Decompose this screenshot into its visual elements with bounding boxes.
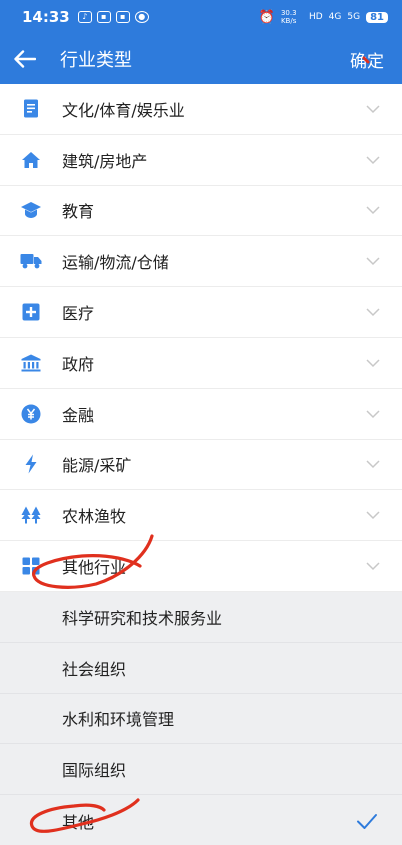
status-time: 14:33 [22,8,70,26]
chevron-down-icon [366,410,380,418]
industry-label: 建筑/房地产 [62,151,148,171]
back-button[interactable] [12,46,38,72]
battery-icon: 81 [366,11,388,23]
sub-category-label: 其他 [62,812,95,832]
industry-label: 能源/采矿 [62,456,132,476]
industry-item[interactable]: 教育 [0,185,402,237]
chevron-down-icon [366,156,380,164]
notification-icons: ♪ ▪ ▪ ● [77,11,149,23]
app-notification-icon: ▪ [96,11,111,23]
chevron-down-icon [366,511,380,520]
industry-item[interactable]: 政府 [0,337,402,389]
chevron-down-icon [366,105,380,113]
system-icons: ⏰ 30.3 KB/s HD 4G 5G 81 [259,9,388,25]
industry-item[interactable]: 医疗 [0,287,402,338]
sub-category-item-selected[interactable]: 其他 [0,795,402,845]
status-bar: 14:33 ♪ ▪ ▪ ● ⏰ 30.3 KB/s HD 4G 5G 81 [0,0,402,34]
sub-category-item[interactable]: 社会组织 [0,643,402,694]
industry-label: 金融 [62,405,95,425]
house-icon [20,149,42,171]
industry-item[interactable]: 建筑/房地产 [0,134,402,186]
sub-category-item[interactable]: 科学研究和技术服务业 [0,592,402,643]
signal-5g-icon: 5G [347,12,361,22]
industry-label: 农林渔牧 [62,507,127,527]
chevron-down-icon [366,206,380,215]
industry-label: 医疗 [62,304,95,324]
industry-label: 教育 [62,202,95,222]
signal-4g-icon: 4G [328,12,342,22]
sub-category-label: 科学研究和技术服务业 [62,608,223,628]
sub-category-item[interactable]: 水利和环境管理 [0,694,402,745]
sub-category-item[interactable]: 国际组织 [0,744,402,796]
document-icon [20,98,42,120]
chevron-down-icon [366,308,380,317]
sub-category-label: 社会组织 [62,659,127,679]
app-bar: 行业类型 确定 [0,34,402,84]
net-speed: 30.3 KB/s [280,9,297,25]
medical-cross-icon [20,301,42,323]
industry-label: 文化/体育/娱乐业 [62,100,185,120]
chevron-down-icon [366,562,380,571]
industry-item[interactable]: 能源/采矿 [0,439,402,491]
chevron-down-icon [366,460,380,469]
government-building-icon [20,352,42,374]
trees-icon [20,504,42,526]
industry-item[interactable]: 运输/物流/仓储 [0,236,402,288]
arrow-left-icon [14,50,36,68]
alarm-icon: ⏰ [258,9,275,25]
sub-category-label: 水利和环境管理 [62,710,175,730]
lightning-icon [20,453,42,475]
sub-category-label: 国际组织 [62,761,127,781]
industry-label: 其他行业 [62,558,127,578]
chevron-down-icon [366,257,380,266]
checkmark-icon [357,813,377,829]
graduation-cap-icon [20,199,42,221]
page-title: 行业类型 [60,50,132,71]
app-notification-icon-2: ▪ [115,11,130,23]
tiktok-icon: ♪ [77,11,92,23]
confirm-button[interactable]: 确定 [350,47,384,72]
chevron-down-icon [366,359,380,367]
industry-list: 文化/体育/娱乐业 建筑/房地产 教育 运输/物流/仓储 医疗 政府 金融 能源… [0,84,402,845]
industry-item[interactable]: 金融 [0,388,402,440]
circle-notification-icon: ● [134,11,149,23]
industry-item-expanded[interactable]: 其他行业 [0,541,402,592]
industry-label: 运输/物流/仓储 [62,253,169,273]
industry-label: 政府 [62,354,95,374]
yen-coin-icon [20,403,42,425]
grid-icon [20,555,42,577]
sub-category-list: 科学研究和技术服务业 社会组织 水利和环境管理 国际组织 其他 [0,591,402,845]
hd-icon: HD [308,12,323,22]
truck-icon [20,250,42,272]
industry-item[interactable]: 文化/体育/娱乐业 [0,84,402,135]
industry-item[interactable]: 农林渔牧 [0,490,402,542]
